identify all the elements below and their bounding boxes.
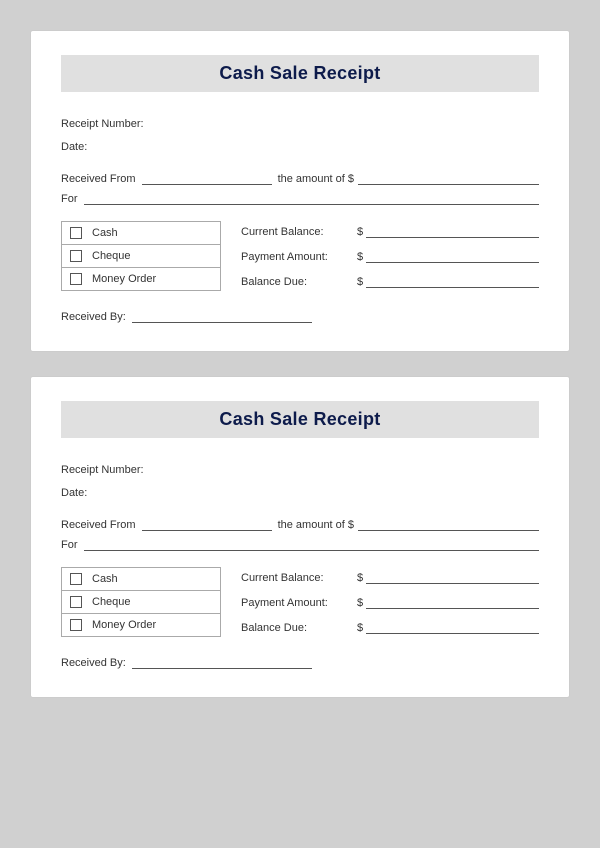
payment-amount-dollar-2: $ bbox=[357, 597, 363, 609]
balance-section-2: Current Balance: $ Payment Amount: $ Bal… bbox=[241, 567, 539, 637]
current-balance-row-1: Current Balance: $ bbox=[241, 224, 539, 238]
payment-option-cash-1[interactable]: Cash bbox=[62, 222, 220, 245]
receipt-title-2: Cash Sale Receipt bbox=[61, 409, 539, 430]
money-order-label-1: Money Order bbox=[92, 273, 156, 285]
sign-line-2[interactable] bbox=[132, 655, 312, 669]
date-label-1: Date: bbox=[61, 141, 87, 153]
payment-amount-dollar-1: $ bbox=[357, 251, 363, 263]
middle-section-1: Cash Cheque Money Order Current Balance:… bbox=[61, 221, 539, 291]
balance-due-label-1: Balance Due: bbox=[241, 276, 351, 288]
received-from-label-2: Received From bbox=[61, 519, 136, 531]
receipt-info-section-1: Receipt Number: Date: bbox=[61, 114, 539, 155]
current-balance-label-1: Current Balance: bbox=[241, 226, 351, 238]
middle-section-2: Cash Cheque Money Order Current Balance:… bbox=[61, 567, 539, 637]
amount-of-label-2: the amount of $ bbox=[278, 519, 354, 531]
payment-option-money-order-2[interactable]: Money Order bbox=[62, 614, 220, 636]
received-by-row-2: Received By: bbox=[61, 655, 539, 669]
checkbox-money-order-2[interactable] bbox=[70, 619, 82, 631]
for-row-2: For bbox=[61, 537, 539, 551]
payment-amount-row-1: Payment Amount: $ bbox=[241, 249, 539, 263]
balance-due-label-2: Balance Due: bbox=[241, 622, 351, 634]
cheque-label-2: Cheque bbox=[92, 596, 131, 608]
date-label-2: Date: bbox=[61, 487, 87, 499]
receipt-title-bar-1: Cash Sale Receipt bbox=[61, 55, 539, 92]
payment-amount-line-1[interactable] bbox=[366, 249, 539, 263]
balance-due-dollar-1: $ bbox=[357, 276, 363, 288]
current-balance-dollar-1: $ bbox=[357, 226, 363, 238]
for-label-1: For bbox=[61, 193, 78, 205]
receipt-card-1: Cash Sale Receipt Receipt Number: Date: … bbox=[30, 30, 570, 352]
received-by-label-1: Received By: bbox=[61, 311, 126, 323]
payment-options-2: Cash Cheque Money Order bbox=[61, 567, 221, 637]
for-line-1[interactable] bbox=[84, 191, 540, 205]
amount-line-1[interactable] bbox=[358, 171, 539, 185]
payment-amount-row-2: Payment Amount: $ bbox=[241, 595, 539, 609]
amount-line-2[interactable] bbox=[358, 517, 539, 531]
payment-options-1: Cash Cheque Money Order bbox=[61, 221, 221, 291]
receipt-title-bar-2: Cash Sale Receipt bbox=[61, 401, 539, 438]
receipt-title-1: Cash Sale Receipt bbox=[61, 63, 539, 84]
balance-section-1: Current Balance: $ Payment Amount: $ Bal… bbox=[241, 221, 539, 291]
received-by-row-1: Received By: bbox=[61, 309, 539, 323]
receipt-info-section-2: Receipt Number: Date: bbox=[61, 460, 539, 501]
payment-option-cheque-1[interactable]: Cheque bbox=[62, 245, 220, 268]
current-balance-row-2: Current Balance: $ bbox=[241, 570, 539, 584]
name-line-1[interactable] bbox=[142, 171, 272, 185]
amount-of-label-1: the amount of $ bbox=[278, 173, 354, 185]
current-balance-dollar-2: $ bbox=[357, 572, 363, 584]
balance-due-row-2: Balance Due: $ bbox=[241, 620, 539, 634]
payment-option-cash-2[interactable]: Cash bbox=[62, 568, 220, 591]
for-label-2: For bbox=[61, 539, 78, 551]
received-from-row-2: Received From the amount of $ bbox=[61, 517, 539, 531]
current-balance-label-2: Current Balance: bbox=[241, 572, 351, 584]
current-balance-line-1[interactable] bbox=[366, 224, 539, 238]
for-line-2[interactable] bbox=[84, 537, 540, 551]
current-balance-line-2[interactable] bbox=[366, 570, 539, 584]
payment-amount-line-2[interactable] bbox=[366, 595, 539, 609]
checkbox-cash-1[interactable] bbox=[70, 227, 82, 239]
received-from-label-1: Received From bbox=[61, 173, 136, 185]
payment-option-money-order-1[interactable]: Money Order bbox=[62, 268, 220, 290]
checkbox-cash-2[interactable] bbox=[70, 573, 82, 585]
payment-amount-label-1: Payment Amount: bbox=[241, 251, 351, 263]
balance-due-line-1[interactable] bbox=[366, 274, 539, 288]
balance-due-line-2[interactable] bbox=[366, 620, 539, 634]
checkbox-money-order-1[interactable] bbox=[70, 273, 82, 285]
checkbox-cheque-2[interactable] bbox=[70, 596, 82, 608]
cash-label-2: Cash bbox=[92, 573, 118, 585]
balance-due-dollar-2: $ bbox=[357, 622, 363, 634]
received-from-row-1: Received From the amount of $ bbox=[61, 171, 539, 185]
receipt-card-2: Cash Sale Receipt Receipt Number: Date: … bbox=[30, 376, 570, 698]
for-row-1: For bbox=[61, 191, 539, 205]
receipt-number-label-2: Receipt Number: bbox=[61, 464, 144, 476]
cash-label-1: Cash bbox=[92, 227, 118, 239]
sign-line-1[interactable] bbox=[132, 309, 312, 323]
checkbox-cheque-1[interactable] bbox=[70, 250, 82, 262]
money-order-label-2: Money Order bbox=[92, 619, 156, 631]
payment-amount-label-2: Payment Amount: bbox=[241, 597, 351, 609]
received-by-label-2: Received By: bbox=[61, 657, 126, 669]
payment-option-cheque-2[interactable]: Cheque bbox=[62, 591, 220, 614]
cheque-label-1: Cheque bbox=[92, 250, 131, 262]
balance-due-row-1: Balance Due: $ bbox=[241, 274, 539, 288]
name-line-2[interactable] bbox=[142, 517, 272, 531]
receipt-number-label-1: Receipt Number: bbox=[61, 118, 144, 130]
